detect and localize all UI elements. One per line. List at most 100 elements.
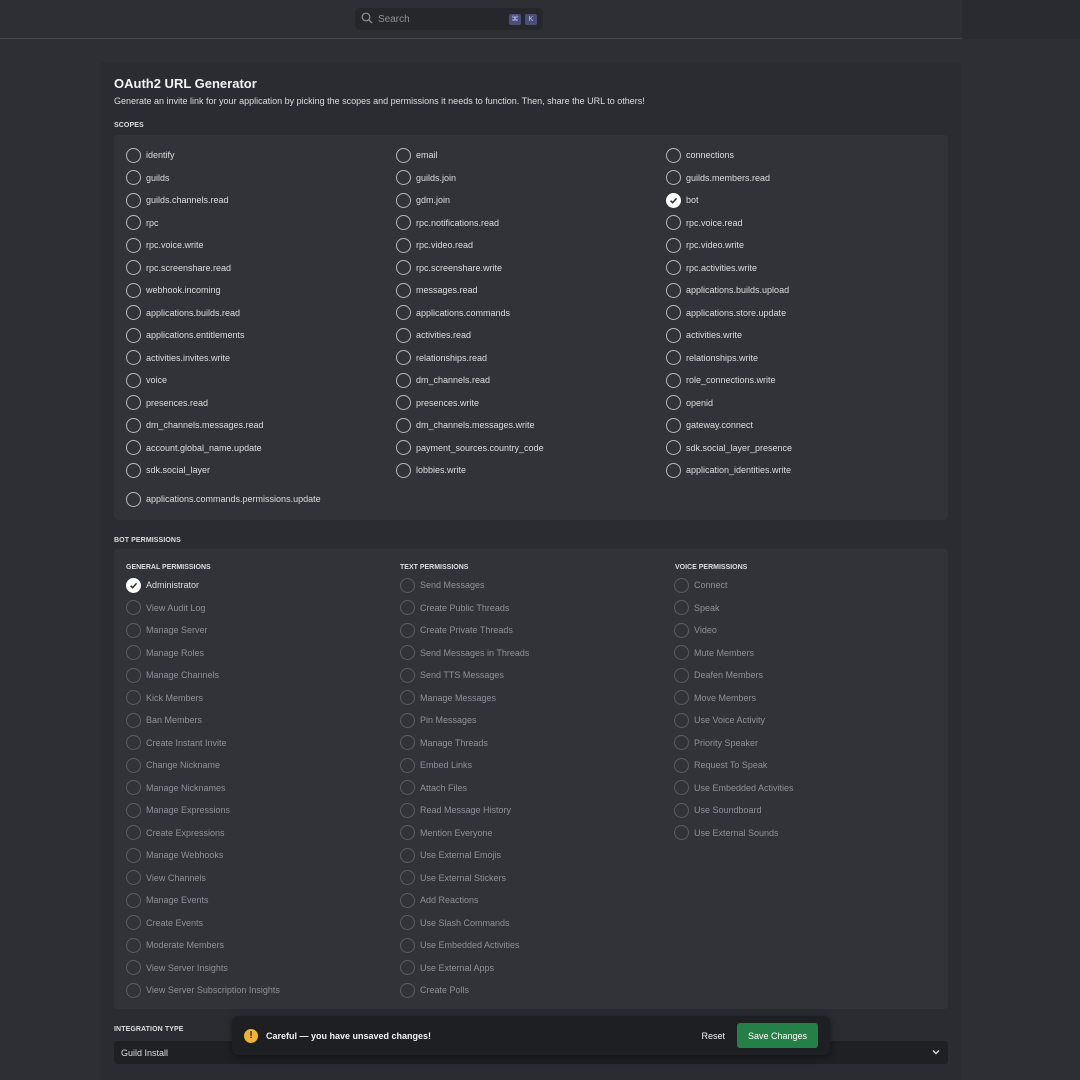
scope-applications-commands-permissions-update[interactable]: applications.commands.permissions.update — [126, 491, 321, 507]
scope-rpc-voice-write[interactable]: rpc.voice.write — [126, 237, 204, 253]
checkbox-icon[interactable] — [126, 327, 141, 343]
scope-connections[interactable]: connections — [666, 147, 734, 163]
scope-openid[interactable]: openid — [666, 395, 713, 411]
checkbox-icon[interactable] — [396, 350, 411, 365]
checkbox-icon — [126, 780, 141, 795]
scope-presences-read[interactable]: presences.read — [126, 395, 208, 411]
scope-activities-write[interactable]: activities.write — [666, 327, 742, 343]
checkbox-icon[interactable] — [666, 215, 681, 230]
scope-webhook-incoming[interactable]: webhook.incoming — [126, 282, 221, 298]
scope-applications-store-update[interactable]: applications.store.update — [666, 305, 786, 321]
checkbox-icon[interactable] — [126, 237, 141, 253]
checkbox-icon[interactable] — [666, 170, 681, 185]
scope-role-connections-write[interactable]: role_connections.write — [666, 372, 776, 388]
scope-activities-invites-write[interactable]: activities.invites.write — [126, 350, 230, 366]
scope-rpc-activities-write[interactable]: rpc.activities.write — [666, 260, 757, 276]
checkbox-icon[interactable] — [126, 491, 141, 507]
checkbox-icon[interactable] — [396, 372, 411, 388]
scope-gdm-join[interactable]: gdm.join — [396, 192, 450, 208]
checkbox-icon[interactable] — [396, 462, 411, 478]
checkbox-icon[interactable] — [126, 282, 141, 298]
checkbox-icon[interactable] — [396, 192, 411, 208]
checkbox-icon[interactable] — [396, 417, 411, 433]
checkbox-icon[interactable] — [126, 462, 141, 478]
checkbox-icon[interactable] — [126, 192, 141, 208]
checkbox-icon[interactable] — [396, 147, 411, 163]
checkbox-icon[interactable] — [666, 350, 681, 365]
scope-payment-sources-country-code[interactable]: payment_sources.country_code — [396, 440, 544, 456]
checkbox-icon[interactable] — [126, 305, 141, 320]
checkbox-icon[interactable] — [396, 327, 411, 343]
scope-application-identities-write[interactable]: application_identities.write — [666, 462, 791, 478]
scope-rpc-video-write[interactable]: rpc.video.write — [666, 237, 744, 253]
scope-guilds-channels-read[interactable]: guilds.channels.read — [126, 192, 229, 208]
checkbox-icon[interactable] — [126, 372, 141, 388]
scope-presences-write[interactable]: presences.write — [396, 395, 479, 411]
scope-guilds[interactable]: guilds — [126, 170, 170, 186]
scope-guilds-join[interactable]: guilds.join — [396, 170, 456, 186]
checkbox-icon[interactable] — [666, 260, 681, 275]
checkbox-icon[interactable] — [666, 440, 681, 455]
checkbox-icon[interactable] — [396, 395, 411, 410]
scope-bot[interactable]: bot — [666, 192, 699, 208]
checkbox-checked-icon[interactable] — [666, 192, 681, 208]
scope-voice[interactable]: voice — [126, 372, 167, 388]
checkbox-icon[interactable] — [666, 305, 681, 320]
scope-gateway-connect[interactable]: gateway.connect — [666, 417, 753, 433]
scope-rpc[interactable]: rpc — [126, 215, 159, 231]
scope-rpc-video-read[interactable]: rpc.video.read — [396, 237, 473, 253]
checkbox-checked-icon[interactable] — [126, 577, 141, 593]
checkbox-icon[interactable] — [126, 417, 141, 433]
scope-guilds-members-read[interactable]: guilds.members.read — [666, 170, 770, 186]
scope-rpc-notifications-read[interactable]: rpc.notifications.read — [396, 215, 499, 231]
reset-button[interactable]: Reset — [701, 1031, 725, 1041]
checkbox-icon[interactable] — [126, 440, 141, 455]
scope-rpc-screenshare-read[interactable]: rpc.screenshare.read — [126, 260, 231, 276]
scope-dm-channels-messages-write[interactable]: dm_channels.messages.write — [396, 417, 535, 433]
checkbox-icon[interactable] — [666, 327, 681, 343]
scope-dm-channels-read[interactable]: dm_channels.read — [396, 372, 490, 388]
checkbox-icon[interactable] — [126, 395, 141, 410]
checkbox-icon[interactable] — [396, 170, 411, 185]
scope-relationships-write[interactable]: relationships.write — [666, 350, 758, 366]
scope-activities-read[interactable]: activities.read — [396, 327, 471, 343]
scope-applications-builds-upload[interactable]: applications.builds.upload — [666, 282, 789, 298]
scope-email[interactable]: email — [396, 147, 438, 163]
scope-messages-read[interactable]: messages.read — [396, 282, 478, 298]
scope-sdk-social-layer[interactable]: sdk.social_layer — [126, 462, 210, 478]
general-perm-administrator[interactable]: Administrator — [126, 577, 199, 593]
checkbox-icon[interactable] — [666, 395, 681, 410]
scope-identify[interactable]: identify — [126, 147, 175, 163]
scope-sdk-social-layer-presence[interactable]: sdk.social_layer_presence — [666, 440, 792, 456]
checkbox-icon[interactable] — [396, 237, 411, 253]
checkbox-icon[interactable] — [396, 440, 411, 455]
checkbox-icon[interactable] — [666, 147, 681, 163]
scope-dm-channels-messages-read[interactable]: dm_channels.messages.read — [126, 417, 264, 433]
save-changes-button[interactable]: Save Changes — [737, 1023, 818, 1048]
checkbox-icon[interactable] — [666, 372, 681, 388]
checkbox-icon[interactable] — [396, 215, 411, 230]
checkbox-icon[interactable] — [396, 260, 411, 275]
checkbox-icon[interactable] — [126, 260, 141, 275]
checkbox-icon — [674, 780, 689, 795]
scope-applications-commands[interactable]: applications.commands — [396, 305, 510, 321]
checkbox-icon[interactable] — [666, 417, 681, 433]
scope-account-global-name-update[interactable]: account.global_name.update — [126, 440, 262, 456]
checkbox-icon[interactable] — [666, 237, 681, 253]
scope-applications-entitlements[interactable]: applications.entitlements — [126, 327, 245, 343]
checkbox-icon[interactable] — [396, 282, 411, 298]
checkbox-icon[interactable] — [666, 282, 681, 298]
checkbox-icon[interactable] — [126, 170, 141, 185]
text-perm-label: Read Message History — [420, 805, 512, 815]
scope-relationships-read[interactable]: relationships.read — [396, 350, 487, 366]
search-bar[interactable]: Search ⌘ K — [355, 8, 543, 30]
scope-lobbies-write[interactable]: lobbies.write — [396, 462, 466, 478]
checkbox-icon[interactable] — [126, 215, 141, 230]
scope-rpc-screenshare-write[interactable]: rpc.screenshare.write — [396, 260, 502, 276]
checkbox-icon[interactable] — [396, 305, 411, 320]
checkbox-icon[interactable] — [666, 462, 681, 478]
scope-applications-builds-read[interactable]: applications.builds.read — [126, 305, 240, 321]
checkbox-icon[interactable] — [126, 350, 141, 365]
scope-rpc-voice-read[interactable]: rpc.voice.read — [666, 215, 743, 231]
checkbox-icon[interactable] — [126, 147, 141, 163]
